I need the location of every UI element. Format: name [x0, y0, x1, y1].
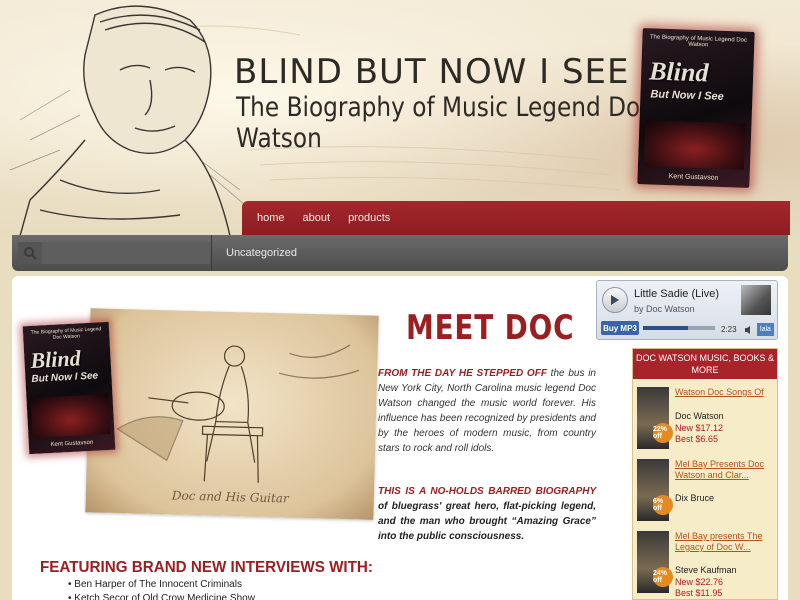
album-art — [741, 285, 771, 315]
bio-paragraph: THIS IS A NO-HOLDS BARRED BIOGRAPHY of b… — [378, 484, 596, 544]
feature-book-cover[interactable]: The Biography of Music Legend Doc Watson… — [22, 321, 116, 455]
category-bar: Uncategorized — [12, 235, 788, 271]
guitar-sketch — [116, 344, 360, 483]
song-title: Little Sadie (Live) — [634, 288, 719, 300]
lala-logo[interactable]: lala — [757, 323, 774, 336]
buy-mp3-button[interactable]: Buy MP3 — [601, 321, 639, 335]
main-content: Doc and His Guitar The Biography of Musi… — [12, 276, 788, 600]
category-uncategorized[interactable]: Uncategorized — [212, 247, 297, 259]
play-icon — [611, 295, 619, 305]
search-icon[interactable] — [18, 242, 42, 264]
play-button[interactable] — [602, 287, 628, 313]
search-box — [12, 235, 212, 271]
site-title: BLIND BUT NOW I SEE — [234, 52, 630, 92]
discount-badge: 22% off — [653, 423, 673, 443]
store-widget: DOC WATSON MUSIC, BOOKS & MORE 22% off W… — [632, 348, 778, 600]
progress-bar[interactable] — [643, 326, 715, 330]
page-heading: MEET DOC — [406, 308, 575, 348]
product-title[interactable]: Mel Bay presents The Legacy of Doc W... — [675, 531, 775, 553]
product-price-new: New $22.76 — [675, 577, 724, 587]
nav-home[interactable]: home — [248, 212, 294, 224]
product-price-new: New $17.12 — [675, 423, 724, 433]
progress-fill — [643, 326, 688, 330]
portrait-sketch — [19, 5, 231, 236]
product-price-best: Best $6.65 — [675, 434, 719, 444]
volume-icon[interactable] — [744, 325, 754, 335]
intro-text: the bus in New York City, North Carolina… — [378, 368, 596, 454]
feature-photo: Doc and His Guitar — [85, 308, 379, 520]
featuring-list: Ben Harper of The Innocent Criminals Ket… — [68, 578, 255, 600]
product-author: Steve Kaufman — [675, 565, 737, 575]
book-cover-author: Kent Gustavson — [50, 439, 94, 449]
product-title[interactable]: Mel Bay Presents Doc Watson and Clar... — [675, 459, 775, 481]
book-cover-title: Blind — [648, 56, 709, 88]
book-cover-top-text: The Biography of Music Legend Doc Watson — [30, 326, 102, 341]
book-cover-subtitle: But Now I See — [31, 370, 99, 385]
nav-products[interactable]: products — [339, 212, 399, 224]
book-cover-subtitle: But Now I See — [650, 88, 724, 103]
bio-text: of bluegrass' great hero, flat-picking l… — [378, 501, 596, 542]
list-item: Ketch Secor of Old Crow Medicine Show — [68, 592, 255, 600]
book-cover-author: Kent Gustavson — [668, 173, 719, 182]
music-player: Little Sadie (Live) by Doc Watson Buy MP… — [596, 280, 778, 340]
header-book-cover[interactable]: The Biography of Music Legend Doc Watson… — [637, 28, 755, 188]
intro-paragraph: FROM THE DAY HE STEPPED OFF the bus in N… — [378, 366, 596, 456]
discount-badge: 24% off — [653, 567, 673, 587]
book-cover-stage-image — [643, 120, 746, 170]
list-item: Ben Harper of The Innocent Criminals — [68, 578, 255, 592]
featuring-heading: FEATURING BRAND NEW INTERVIEWS WITH: — [40, 559, 373, 576]
main-nav: home about products — [242, 201, 790, 235]
song-artist: by Doc Watson — [634, 304, 695, 314]
product-author: Dix Bruce — [675, 493, 715, 503]
discount-badge: 6% off — [653, 495, 673, 515]
product-title[interactable]: Watson Doc Songs Of — [675, 387, 775, 398]
track-time: 2:23 — [721, 325, 737, 334]
search-input[interactable] — [42, 242, 210, 264]
nav-about[interactable]: about — [294, 212, 340, 224]
book-cover-top-text: The Biography of Music Legend Doc Watson — [649, 34, 748, 49]
site-header: BLIND BUT NOW I SEE The Biography of Mus… — [0, 0, 800, 236]
intro-lead: FROM THE DAY HE STEPPED OFF — [378, 368, 547, 379]
book-cover-stage-image — [30, 393, 111, 438]
book-cover-title: Blind — [29, 345, 82, 373]
store-heading: DOC WATSON MUSIC, BOOKS & MORE — [633, 349, 777, 379]
product-price-best: Best $11.95 — [675, 588, 723, 598]
bio-lead: THIS IS A NO-HOLDS BARRED BIOGRAPHY — [378, 486, 596, 497]
product-author: Doc Watson — [675, 411, 724, 421]
